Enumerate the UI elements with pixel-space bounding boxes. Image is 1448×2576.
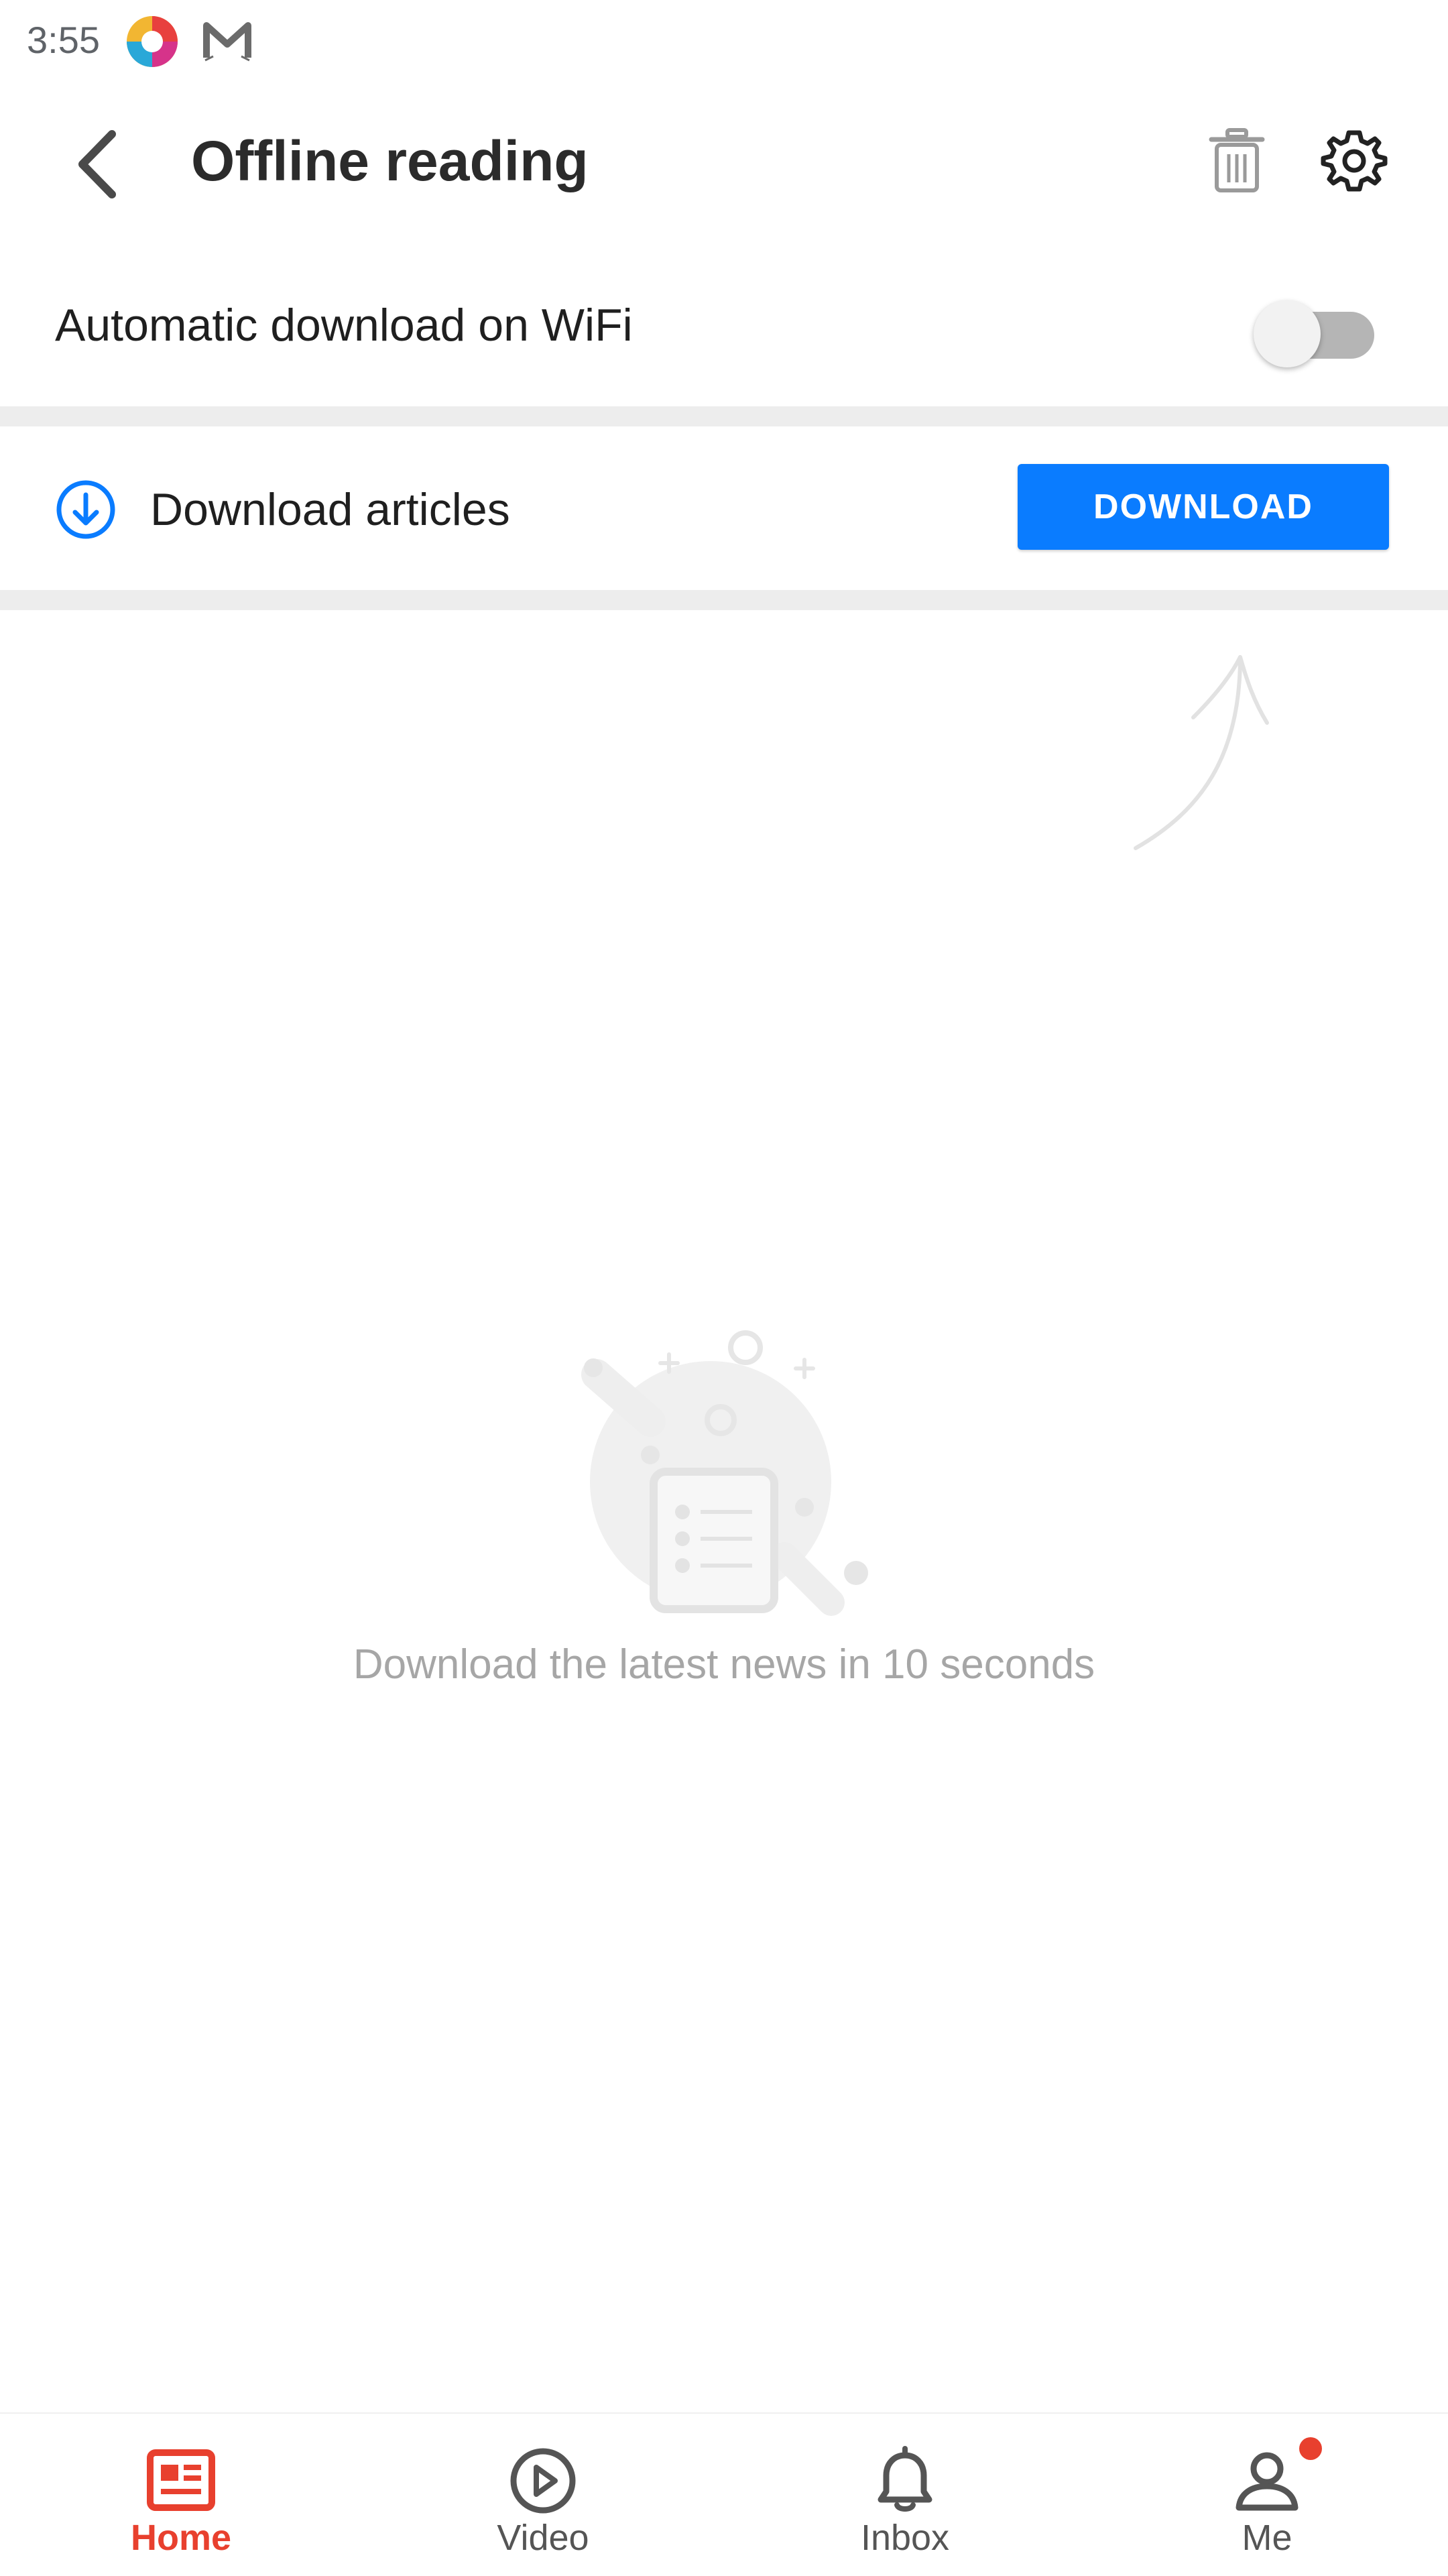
settings-button[interactable] [1314, 121, 1394, 201]
auto-download-label: Automatic download on WiFi [55, 300, 633, 351]
person-icon [1235, 2452, 1299, 2511]
news-icon [147, 2449, 215, 2511]
news-document-illustration [581, 1330, 868, 1616]
hint-arrow-icon [1134, 655, 1269, 850]
section-divider [0, 590, 1448, 610]
auto-download-toggle[interactable] [1254, 288, 1381, 367]
colorful-app-icon [127, 16, 178, 67]
delete-button[interactable] [1200, 124, 1274, 198]
page-title: Offline reading [191, 129, 589, 192]
section-divider [0, 406, 1448, 426]
download-articles-label: Download articles [150, 484, 510, 535]
status-time: 3:55 [27, 19, 100, 61]
mail-app-icon [203, 22, 251, 62]
back-button[interactable] [60, 121, 134, 208]
nav-item-me[interactable]: Me [1086, 2414, 1448, 2576]
nav-item-video[interactable]: Video [362, 2414, 724, 2576]
download-circle-icon [56, 480, 115, 539]
nav-label-video: Video [497, 2518, 589, 2558]
bottom-nav: Home Video Inbox Me [0, 2412, 1448, 2576]
nav-label-me: Me [1242, 2518, 1292, 2558]
notification-badge [1299, 2437, 1322, 2460]
toggle-thumb [1254, 300, 1321, 367]
trash-icon [1209, 128, 1265, 192]
gear-icon [1321, 130, 1388, 192]
play-circle-icon [510, 2448, 576, 2514]
nav-label-home: Home [130, 2518, 232, 2558]
download-button[interactable]: DOWNLOAD [1018, 464, 1389, 550]
empty-state-message: Download the latest news in 10 seconds [353, 1641, 1095, 1688]
bell-icon [878, 2446, 932, 2512]
nav-item-home[interactable]: Home [0, 2414, 362, 2576]
chevron-left-icon [78, 130, 116, 198]
nav-item-inbox[interactable]: Inbox [724, 2414, 1086, 2576]
nav-label-inbox: Inbox [860, 2518, 950, 2558]
